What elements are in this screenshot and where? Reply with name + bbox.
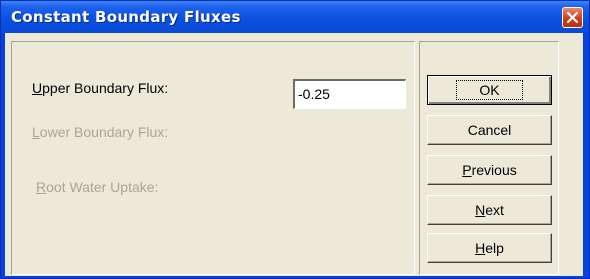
dialog-body: Upper Boundary Flux: -0.25 Lower Boundar… bbox=[5, 33, 583, 276]
ok-button[interactable]: OK bbox=[427, 75, 552, 105]
upper-boundary-flux-input[interactable]: -0.25 bbox=[293, 79, 406, 109]
cancel-button-label: Cancel bbox=[467, 122, 512, 138]
cancel-button[interactable]: Cancel bbox=[427, 115, 552, 145]
lower-boundary-flux-label: Lower Boundary Flux: bbox=[32, 124, 169, 140]
window-title: Constant Boundary Fluxes bbox=[11, 8, 241, 26]
close-icon bbox=[566, 11, 579, 24]
dialog-window: Constant Boundary Fluxes Upper Boundary … bbox=[0, 0, 590, 279]
help-button[interactable]: Help bbox=[427, 233, 552, 263]
root-water-uptake-label: Root Water Uptake: bbox=[36, 179, 159, 195]
flux-panel: Upper Boundary Flux: -0.25 Lower Boundar… bbox=[11, 41, 415, 275]
ok-button-label: OK bbox=[456, 80, 523, 100]
upper-boundary-flux-label: Upper Boundary Flux: bbox=[32, 80, 169, 96]
previous-button[interactable]: Previous bbox=[427, 155, 552, 185]
next-button-label: Next bbox=[475, 202, 504, 218]
help-button-label: Help bbox=[475, 240, 504, 256]
next-button[interactable]: Next bbox=[427, 195, 552, 225]
title-bar[interactable]: Constant Boundary Fluxes bbox=[1, 1, 589, 33]
previous-button-label: Previous bbox=[462, 162, 517, 178]
upper-boundary-flux-value: -0.25 bbox=[298, 86, 330, 102]
close-button[interactable] bbox=[562, 7, 583, 28]
